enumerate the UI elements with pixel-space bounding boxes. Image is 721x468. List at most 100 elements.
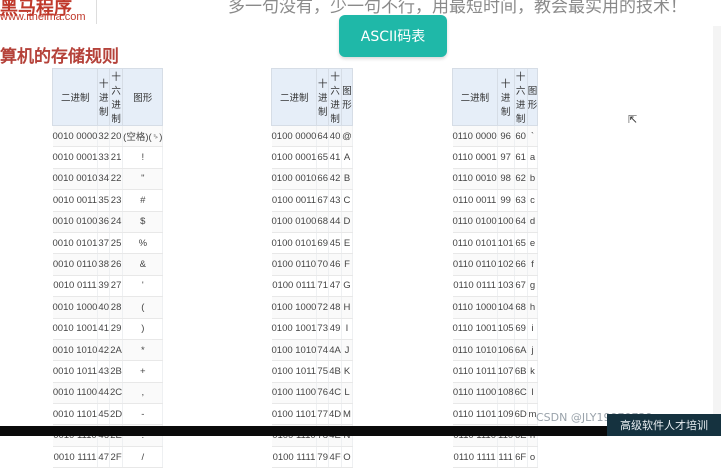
table-row: 0110 1111 111 6F o <box>452 446 539 468</box>
table-cell: 99 <box>497 189 515 212</box>
table-cell: 0100 0000 <box>271 125 318 148</box>
table-cell: + <box>122 360 164 383</box>
table-cell: 68 <box>316 211 329 233</box>
table-cell: 40 <box>97 296 110 319</box>
table-cell: 67 <box>514 275 528 298</box>
table-cell: 76 <box>316 382 329 405</box>
table-cell: 0100 0011 <box>271 189 318 212</box>
ascii-table-1: 二进制 十进制 十六进制 图形 0010 0000 32 20 (空格)(␠) 0010 000… <box>51 68 164 468</box>
table-cell: 61 <box>514 146 528 169</box>
table-row: 0010 1101 45 2D - <box>52 403 164 426</box>
table-cell: 72 <box>316 296 329 319</box>
table-row: 0100 1100 76 4C L <box>271 382 353 405</box>
table-cell: 39 <box>97 275 110 298</box>
table-cell: 0010 1100 <box>52 382 99 405</box>
table-cell: L <box>341 382 353 405</box>
table-cell: 0010 0000 <box>52 125 99 148</box>
column-header: 图形 <box>122 68 164 126</box>
table-cell: 0010 0111 <box>52 275 99 298</box>
table-row: 0010 0110 38 26 & <box>52 253 164 276</box>
table-cell: 75 <box>316 360 329 383</box>
table-cell: 33 <box>97 146 110 169</box>
table-cell: M <box>341 403 353 426</box>
table-cell: G <box>341 275 353 298</box>
table-row: 0010 1100 44 2C, <box>52 382 164 405</box>
table-cell: ' <box>122 275 164 298</box>
table-cell: 68 <box>514 296 528 319</box>
column-header: 十六进制 <box>327 68 343 126</box>
ascii-table-button[interactable]: ASCII码表 <box>339 15 447 57</box>
table-cell: 63 <box>514 189 528 212</box>
table-cell: 4C <box>328 382 343 405</box>
table-row: 0100 0011 67 43 C <box>271 189 353 212</box>
table-cell: 44 <box>328 211 343 233</box>
table-cell: 66 <box>514 253 528 276</box>
table-cell: 104 <box>497 296 515 319</box>
table-cell: 0010 0110 <box>52 253 99 276</box>
table-cell: f <box>527 253 539 276</box>
table-cell: 47 <box>97 446 110 468</box>
table-cell: 109 <box>497 403 515 426</box>
table-cell: 6A <box>514 339 528 362</box>
table-cell: 49 <box>328 318 343 340</box>
table-cell: 0010 1101 <box>52 403 99 426</box>
table-cell: 64 <box>514 211 528 233</box>
column-header: 十六进制 <box>108 68 124 126</box>
table-cell: 26 <box>109 253 124 276</box>
table-cell: 6D <box>514 403 528 426</box>
table-cell: K <box>341 360 353 383</box>
table-cell: 27 <box>109 275 124 298</box>
table-cell: 74 <box>316 339 329 362</box>
table-cell: 28 <box>109 296 124 319</box>
table-row: 0110 0001 97 61 a <box>452 146 539 169</box>
bottom-banner: 高级软件人才培训 <box>607 414 721 436</box>
table-cell: 2F <box>109 446 124 468</box>
column-header: 十进制 <box>97 68 110 126</box>
table-cell: 101 <box>497 232 515 255</box>
table-cell: 42 <box>97 339 110 362</box>
table-cell: 6F <box>514 446 528 468</box>
table-cell: 0110 1010 <box>452 339 498 362</box>
table-row: 0010 0101 37 25% <box>52 232 164 255</box>
column-header: 二进制 <box>270 68 318 126</box>
table-cell: 105 <box>497 318 515 340</box>
table-cell: 46 <box>328 253 343 276</box>
table-cell: 2A <box>109 339 124 362</box>
column-header: 二进制 <box>452 68 498 126</box>
table-cell: 0110 1100 <box>452 382 498 405</box>
table-cell: 77 <box>316 403 329 426</box>
table-cell: - <box>122 403 164 426</box>
table-cell: l <box>527 382 539 405</box>
table-cell: 21 <box>109 146 124 169</box>
table-cell: 69 <box>514 318 528 340</box>
table-cell: 0100 1001 <box>271 318 318 340</box>
column-header: 图形 <box>526 68 539 126</box>
table-cell: 0010 1011 <box>52 360 99 383</box>
table-cell: 0100 0001 <box>271 146 318 169</box>
table-cell: ( <box>122 296 164 319</box>
table-cell: 73 <box>316 318 329 340</box>
header-divider <box>96 0 97 24</box>
table-cell: 0010 1001 <box>52 318 99 340</box>
table-cell: 2D <box>109 403 124 426</box>
table-cell: 0110 0000 <box>452 125 498 148</box>
table-row: 0010 0001 33 21! <box>52 146 164 169</box>
table-cell: / <box>122 446 164 468</box>
site-url[interactable]: www.itheima.com <box>0 11 86 23</box>
table-cell: 0010 0100 <box>52 211 99 233</box>
table-cell: 0100 0010 <box>271 168 318 191</box>
table-row: 0100 1001 73 49 I <box>271 318 353 340</box>
table-cell: i <box>527 318 539 340</box>
table-row: 0110 1101 109 6D m <box>452 403 539 426</box>
table-cell: 0110 0001 <box>452 146 498 169</box>
table-cell: 100 <box>497 211 515 233</box>
table-row: 0100 1101 77 4D M <box>271 403 353 426</box>
scrollbar-track[interactable] <box>713 26 721 416</box>
table-cell: & <box>122 253 164 276</box>
table-cell: j <box>527 339 539 362</box>
table-cell: 0010 1000 <box>52 296 99 319</box>
table-cell: 2B <box>109 360 124 383</box>
table-cell: 41 <box>97 318 110 340</box>
table-cell: ) <box>122 318 164 340</box>
table-cell: 62 <box>514 168 528 191</box>
